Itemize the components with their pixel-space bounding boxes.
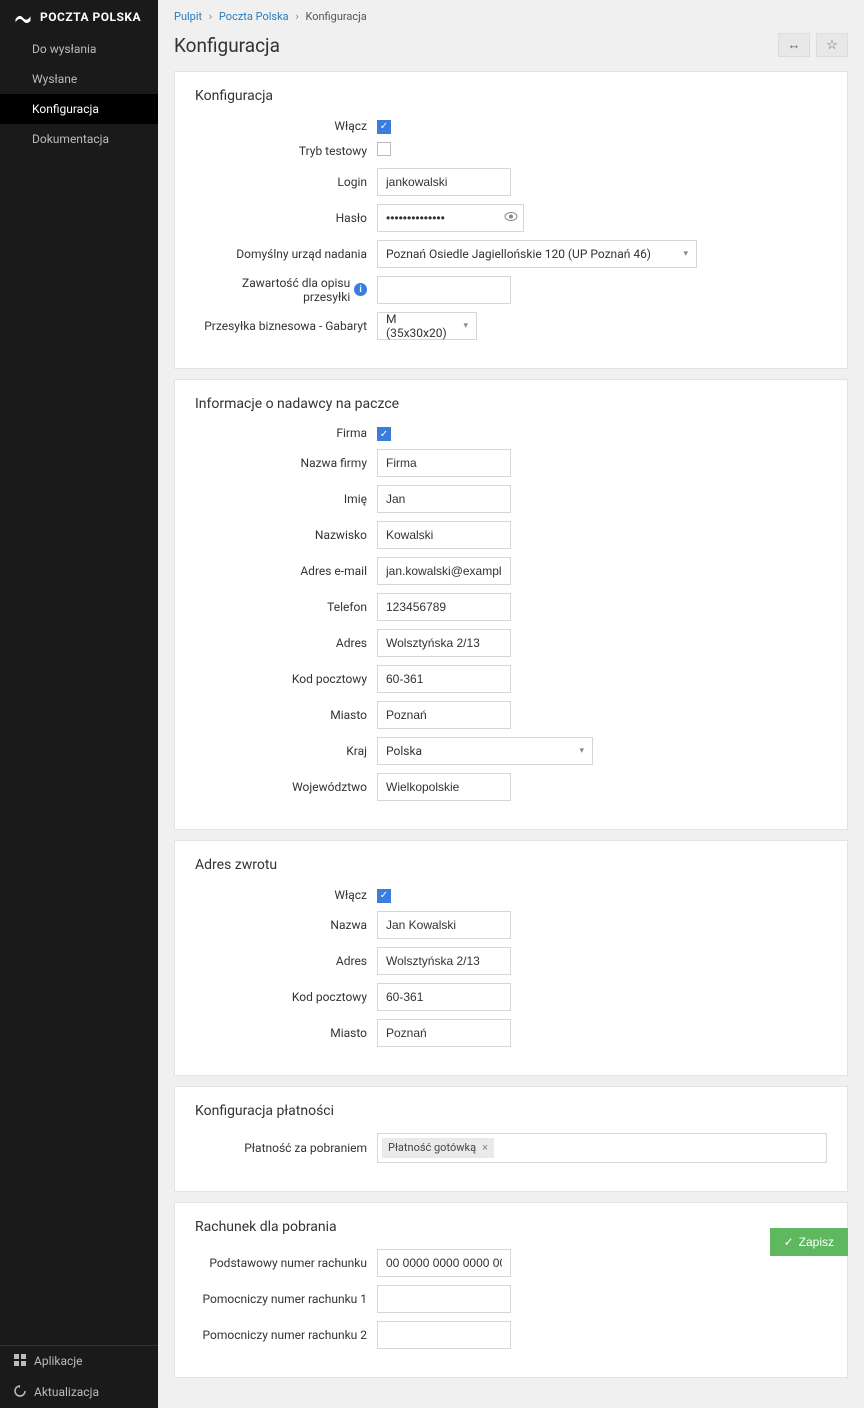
chevron-down-icon: ▾ bbox=[463, 321, 468, 331]
fullscreen-button[interactable]: ↔ bbox=[778, 33, 810, 57]
zip-input[interactable] bbox=[377, 665, 511, 693]
enable-label: Włącz bbox=[195, 119, 377, 133]
section-title: Adres zwrotu bbox=[195, 857, 827, 873]
panel-return-address: Adres zwrotu Włącz ✓ Nazwa Adres Kod poc… bbox=[174, 840, 848, 1076]
return-city-input[interactable] bbox=[377, 1019, 511, 1047]
first-name-input[interactable] bbox=[377, 485, 511, 513]
main-content: Pulpit › Poczta Polska › Konfiguracja Ko… bbox=[158, 0, 864, 1408]
return-city-label: Miasto bbox=[195, 1026, 377, 1040]
city-label: Miasto bbox=[195, 708, 377, 722]
panel-cod-account: Rachunek dla pobrania Podstawowy numer r… bbox=[174, 1202, 848, 1378]
country-label: Kraj bbox=[195, 744, 377, 758]
nav: Do wysłania Wysłane Konfiguracja Dokumen… bbox=[0, 34, 158, 1345]
last-name-label: Nazwisko bbox=[195, 528, 377, 542]
return-name-label: Nazwa bbox=[195, 918, 377, 932]
content-desc-label: Zawartość dla opisu przesyłki i bbox=[195, 276, 377, 304]
brand-name: POCZTA POLSKA bbox=[40, 10, 141, 24]
country-select[interactable]: Polska▾ bbox=[377, 737, 593, 765]
nav-item-documentation[interactable]: Dokumentacja bbox=[0, 124, 158, 154]
password-input[interactable] bbox=[377, 204, 524, 232]
brand: POCZTA POLSKA bbox=[0, 0, 158, 34]
favorite-button[interactable]: ☆ bbox=[816, 33, 848, 57]
sidebar: POCZTA POLSKA Do wysłania Wysłane Konfig… bbox=[0, 0, 158, 1408]
chevron-down-icon: ▾ bbox=[683, 249, 688, 259]
first-name-label: Imię bbox=[195, 492, 377, 506]
remove-tag-icon[interactable]: × bbox=[482, 1141, 488, 1154]
breadcrumb-current: Konfiguracja bbox=[305, 10, 366, 23]
biz-size-label: Przesyłka biznesowa - Gabaryt bbox=[195, 319, 377, 333]
info-icon[interactable]: i bbox=[354, 283, 367, 296]
content-desc-input[interactable] bbox=[377, 276, 511, 304]
cod-label: Płatność za pobraniem bbox=[195, 1141, 377, 1155]
voivodeship-label: Województwo bbox=[195, 780, 377, 794]
panel-configuration: Konfiguracja Włącz ✓ Tryb testowy Login … bbox=[174, 71, 848, 369]
default-office-select[interactable]: Poznań Osiedle Jagiellońskie 120 (UP Poz… bbox=[377, 240, 697, 268]
breadcrumb-module[interactable]: Poczta Polska bbox=[219, 10, 289, 23]
password-label: Hasło bbox=[195, 211, 377, 225]
refresh-icon bbox=[14, 1385, 26, 1400]
brand-logo-icon bbox=[14, 10, 32, 24]
return-zip-input[interactable] bbox=[377, 983, 511, 1011]
email-input[interactable] bbox=[377, 557, 511, 585]
email-label: Adres e-mail bbox=[195, 564, 377, 578]
save-button[interactable]: ✓ Zapisz bbox=[770, 1228, 848, 1256]
check-icon: ✓ bbox=[784, 1235, 794, 1249]
nav-item-sent[interactable]: Wysłane bbox=[0, 64, 158, 94]
login-input[interactable] bbox=[377, 168, 511, 196]
default-office-label: Domyślny urząd nadania bbox=[195, 247, 377, 261]
return-name-input[interactable] bbox=[377, 911, 511, 939]
login-label: Login bbox=[195, 175, 377, 189]
page-title: Konfiguracja bbox=[174, 34, 280, 57]
aux1-account-input[interactable] bbox=[377, 1285, 511, 1313]
aux2-account-label: Pomocniczy numer rachunku 2 bbox=[195, 1328, 377, 1342]
aux2-account-input[interactable] bbox=[377, 1321, 511, 1349]
primary-account-label: Podstawowy numer rachunku bbox=[195, 1256, 377, 1270]
nav-item-apps[interactable]: Aplikacje bbox=[0, 1346, 158, 1377]
apps-icon bbox=[14, 1354, 26, 1369]
zip-label: Kod pocztowy bbox=[195, 672, 377, 686]
cod-tag-input[interactable]: Płatność gotówką × bbox=[377, 1133, 827, 1163]
nav-bottom: Aplikacje Aktualizacja bbox=[0, 1345, 158, 1408]
cod-tag: Płatność gotówką × bbox=[382, 1138, 494, 1158]
test-mode-label: Tryb testowy bbox=[195, 144, 377, 158]
breadcrumb-dashboard[interactable]: Pulpit bbox=[174, 10, 202, 23]
city-input[interactable] bbox=[377, 701, 511, 729]
fullscreen-icon: ↔ bbox=[788, 37, 801, 53]
nav-item-configuration[interactable]: Konfiguracja bbox=[0, 94, 158, 124]
aux1-account-label: Pomocniczy numer rachunku 1 bbox=[195, 1292, 377, 1306]
panel-payment-config: Konfiguracja płatności Płatność za pobra… bbox=[174, 1086, 848, 1192]
section-title: Konfiguracja bbox=[195, 88, 827, 104]
return-zip-label: Kod pocztowy bbox=[195, 990, 377, 1004]
enable-checkbox[interactable]: ✓ bbox=[377, 120, 391, 134]
address-label: Adres bbox=[195, 636, 377, 650]
section-title: Konfiguracja płatności bbox=[195, 1103, 827, 1119]
company-name-label: Nazwa firmy bbox=[195, 456, 377, 470]
voivodeship-input[interactable] bbox=[377, 773, 511, 801]
company-cb-label: Firma bbox=[195, 426, 377, 440]
return-address-input[interactable] bbox=[377, 947, 511, 975]
return-enable-checkbox[interactable]: ✓ bbox=[377, 889, 391, 903]
test-mode-checkbox[interactable] bbox=[377, 142, 391, 156]
star-icon: ☆ bbox=[826, 38, 838, 53]
phone-input[interactable] bbox=[377, 593, 511, 621]
eye-icon[interactable] bbox=[504, 210, 518, 225]
phone-label: Telefon bbox=[195, 600, 377, 614]
breadcrumb: Pulpit › Poczta Polska › Konfiguracja bbox=[158, 0, 864, 27]
return-address-label: Adres bbox=[195, 954, 377, 968]
header-actions: ↔ ☆ bbox=[778, 33, 848, 57]
panel-sender-info: Informacje o nadawcy na paczce Firma ✓ N… bbox=[174, 379, 848, 831]
nav-item-update[interactable]: Aktualizacja bbox=[0, 1377, 158, 1408]
company-name-input[interactable] bbox=[377, 449, 511, 477]
section-title: Informacje o nadawcy na paczce bbox=[195, 396, 827, 412]
section-title: Rachunek dla pobrania bbox=[195, 1219, 827, 1235]
company-checkbox[interactable]: ✓ bbox=[377, 427, 391, 441]
chevron-down-icon: ▾ bbox=[579, 746, 584, 756]
last-name-input[interactable] bbox=[377, 521, 511, 549]
primary-account-input[interactable] bbox=[377, 1249, 511, 1277]
address-input[interactable] bbox=[377, 629, 511, 657]
biz-size-select[interactable]: M (35x30x20)▾ bbox=[377, 312, 477, 340]
nav-item-to-send[interactable]: Do wysłania bbox=[0, 34, 158, 64]
return-enable-label: Włącz bbox=[195, 888, 377, 902]
